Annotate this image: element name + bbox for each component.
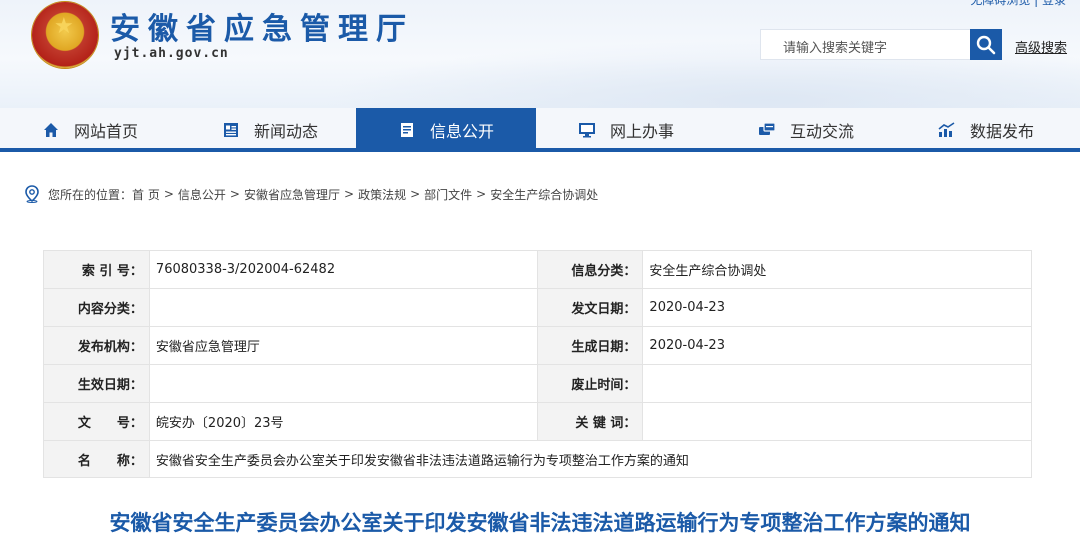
nav-item-label: 新闻动态	[253, 122, 318, 141]
effective-date-value	[148, 364, 538, 403]
top-links[interactable]: 无障碍浏览 | 登录	[970, 0, 1066, 8]
table-row: 发布机构： 安徽省应急管理厅 生成日期： 2020-04-23	[43, 326, 1032, 365]
expiry-date-label: 废止时间：	[536, 364, 644, 403]
generated-date-label: 生成日期：	[536, 326, 644, 365]
category-value: 安全生产综合协调处	[642, 250, 1032, 289]
advanced-search-link[interactable]: 高级搜索	[1015, 37, 1067, 56]
table-row: 内容分类： 发文日期： 2020-04-23	[43, 288, 1032, 327]
news-icon	[222, 121, 240, 139]
category-label: 信息分类：	[536, 250, 644, 289]
monitor-icon	[578, 121, 596, 139]
generated-date-value: 2020-04-23	[642, 326, 1032, 365]
nav-item-interaction[interactable]: 互动交流	[716, 108, 896, 152]
doc-no-label: 文 号：	[43, 402, 150, 441]
content-class-value	[148, 288, 538, 327]
nav-item-news[interactable]: 新闻动态	[180, 108, 360, 152]
location-pin-icon	[25, 185, 39, 203]
search-icon	[976, 35, 996, 54]
breadcrumb-prefix: 您所在的位置：	[48, 187, 133, 202]
table-row: 索 引 号： 76080338-3/202004-62482 信息分类： 安全生…	[43, 250, 1032, 289]
search-button[interactable]	[970, 29, 1002, 60]
issue-date-value: 2020-04-23	[642, 288, 1032, 327]
national-emblem-icon[interactable]: ★	[32, 2, 98, 68]
site-title[interactable]: 安徽省应急管理厅	[110, 4, 414, 48]
breadcrumb: 您所在的位置： 首 页 > 信息公开 > 安徽省应急管理厅 > 政策法规 > 部门文件 >…	[24, 184, 598, 204]
name-value: 安徽省安全生产委员会办公室关于印发安徽省非法违法道路运输行为专项整治工作方案的通…	[148, 440, 1033, 478]
doc-no-value: 皖安办〔2020〕23号	[148, 402, 538, 441]
index-no-value: 76080338-3/202004-62482	[148, 250, 538, 289]
index-no-label: 索 引 号：	[43, 250, 150, 289]
breadcrumb-info-disclosure[interactable]: 信息公开	[178, 186, 226, 203]
site-domain: yjt.ah.gov.cn	[114, 46, 229, 61]
nav-item-home[interactable]: 网站首页	[0, 108, 180, 152]
chart-icon	[938, 121, 956, 139]
keywords-label: 关 键 词：	[536, 402, 644, 441]
issue-date-label: 发文日期：	[536, 288, 644, 327]
document-icon	[398, 121, 416, 139]
document-title: 安徽省安全生产委员会办公室关于印发安徽省非法违法道路运输行为专项整治工作方案的通…	[109, 511, 971, 535]
search-input[interactable]: 请输入搜索关键字	[760, 29, 970, 60]
publisher-value: 安徽省应急管理厅	[148, 326, 538, 365]
breadcrumb-home[interactable]: 首 页	[132, 186, 160, 203]
nav-item-label: 网站首页	[73, 122, 138, 141]
nav-item-label: 数据发布	[969, 122, 1034, 141]
breadcrumb-policies[interactable]: 政策法规	[358, 186, 406, 203]
nav-item-label: 网上办事	[609, 122, 674, 141]
nav-item-label: 信息公开	[429, 122, 494, 141]
breadcrumb-department[interactable]: 安徽省应急管理厅	[244, 186, 340, 203]
site-header: ★ 安徽省应急管理厅 yjt.ah.gov.cn 无障碍浏览 | 登录 请输入搜…	[0, 0, 1080, 108]
publisher-label: 发布机构：	[43, 326, 150, 365]
nav-item-info-disclosure[interactable]: 信息公开	[356, 108, 536, 152]
name-label: 名 称：	[43, 440, 150, 478]
effective-date-label: 生效日期：	[43, 364, 150, 403]
table-row: 名 称： 安徽省安全生产委员会办公室关于印发安徽省非法违法道路运输行为专项整治工…	[43, 440, 1033, 478]
breadcrumb-current[interactable]: 安全生产综合协调处	[490, 186, 598, 203]
nav-item-label: 互动交流	[789, 122, 854, 141]
main-nav: 网站首页 新闻动态 信息公开 网上办事 互动交流 数据发布	[0, 108, 1080, 152]
document-info-table: 索 引 号： 76080338-3/202004-62482 信息分类： 安全生…	[43, 250, 1033, 478]
content-class-label: 内容分类：	[43, 288, 150, 327]
table-row: 生效日期： 废止时间：	[43, 364, 1032, 403]
home-icon	[42, 121, 60, 139]
expiry-date-value	[642, 364, 1032, 403]
nav-item-data-release[interactable]: 数据发布	[896, 108, 1076, 152]
keywords-value	[642, 402, 1032, 441]
breadcrumb-dept-docs[interactable]: 部门文件	[424, 186, 472, 203]
table-row: 文 号： 皖安办〔2020〕23号 关 键 词：	[43, 402, 1032, 441]
nav-item-online-services[interactable]: 网上办事	[536, 108, 716, 152]
chat-icon	[758, 121, 776, 139]
